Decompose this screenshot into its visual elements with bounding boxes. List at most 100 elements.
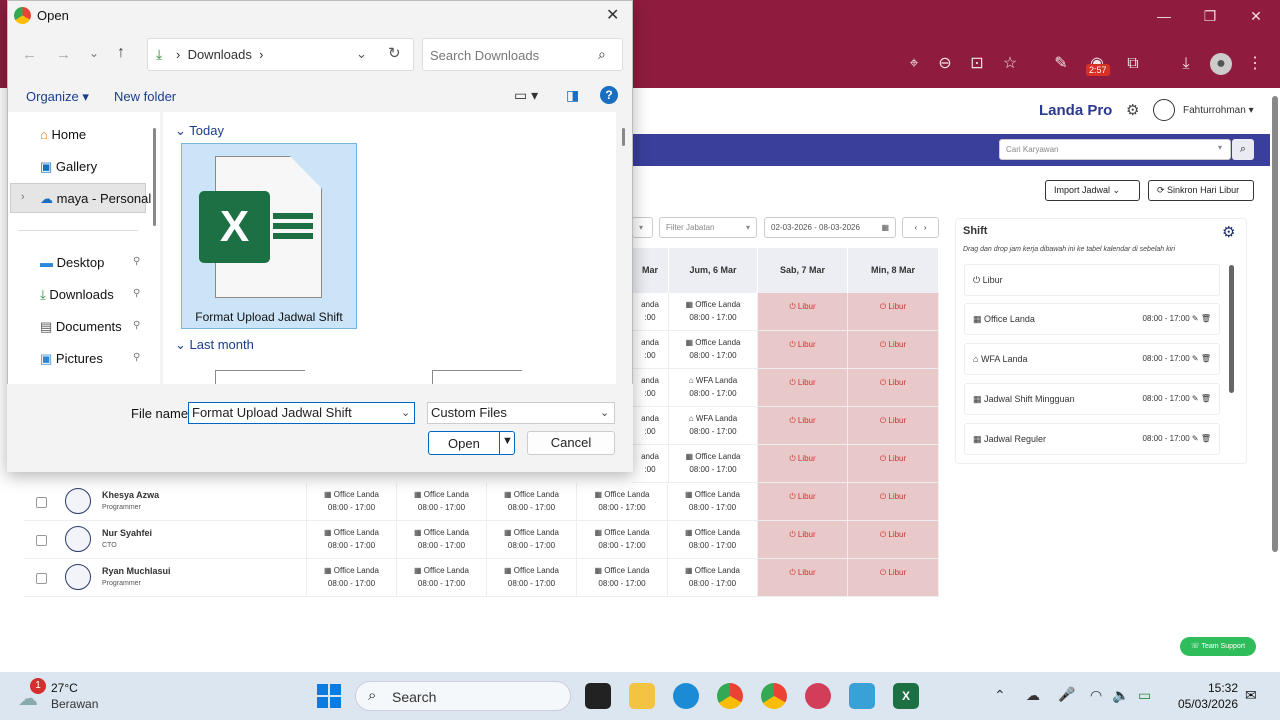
battery-icon[interactable]: ▭ [1138, 687, 1151, 704]
sync-holiday-button[interactable]: ⟳ Sinkron Hari Libur [1148, 180, 1254, 201]
weather-desc[interactable]: Berawan [51, 697, 98, 711]
shift-item-off[interactable]: ⏻ Libur [964, 264, 1220, 296]
refresh-icon[interactable]: ↻ [388, 44, 401, 62]
clock-date[interactable]: 05/03/2026 [1175, 697, 1238, 711]
restore-icon[interactable]: ❐ [1198, 8, 1222, 25]
cancel-button[interactable]: Cancel [527, 431, 615, 455]
cell[interactable]: anda:00 [632, 369, 669, 407]
file-icon-partial[interactable] [432, 370, 522, 384]
breadcrumb[interactable]: › Downloads › [176, 47, 263, 62]
cell[interactable]: ▦ Office Landa 08:00 - 17:00 [306, 483, 397, 521]
chrome-icon[interactable] [761, 683, 787, 709]
excel-icon[interactable]: X [893, 683, 919, 709]
minimize-icon[interactable]: — [1152, 8, 1176, 24]
puzzle-icon[interactable]: ⧉ [1122, 53, 1144, 75]
cell[interactable]: ▦ Office Landa 08:00 - 17:00 [668, 483, 758, 521]
cell[interactable]: ▦ Office Landa 08:00 - 17:00 [577, 483, 668, 521]
download-icon[interactable]: ⤓ [1175, 53, 1197, 75]
file-explorer-icon[interactable] [629, 683, 655, 709]
search-icon[interactable]: ⌕ [1232, 139, 1254, 160]
chevron-down-icon[interactable]: ⌄ [600, 406, 609, 419]
filter-dropdown[interactable]: ▾ [632, 217, 653, 238]
shift-item[interactable]: ▦ Jadwal Reguler 08:00 - 17:00 ✎ 🗑 [964, 423, 1220, 455]
cell[interactable]: ▦ Office Landa 08:00 - 17:00 [306, 559, 397, 597]
wifi-icon[interactable]: ◠ [1090, 687, 1102, 704]
cell[interactable]: ▦ Office Landa 08:00 - 17:00 [669, 293, 758, 331]
cell[interactable]: ▦ Office Landa 08:00 - 17:00 [669, 445, 758, 483]
week-nav[interactable]: ‹ › [902, 217, 939, 238]
help-icon[interactable]: ? [600, 86, 618, 104]
chevron-up-icon[interactable]: ⌃ [994, 687, 1006, 704]
nav-scrollbar[interactable] [153, 128, 156, 226]
cell[interactable]: ▦ Office Landa 08:00 - 17:00 [577, 521, 668, 559]
cell-off[interactable]: ⏻ Libur [848, 559, 939, 597]
cell-off[interactable]: ⏻ Libur [848, 445, 939, 483]
volume-icon[interactable]: 🔈 [1112, 687, 1129, 704]
cell[interactable]: ⌂ WFA Landa 08:00 - 17:00 [669, 369, 758, 407]
weather-temp[interactable]: 27°C [51, 681, 78, 695]
organize-button[interactable]: Organize ▾ [26, 89, 89, 105]
nav-item-gallery[interactable]: ▣ Gallery [40, 159, 97, 175]
cell[interactable]: ▦ Office Landa 08:00 - 17:00 [487, 559, 577, 597]
nav-item-home[interactable]: ⌂ Home [40, 127, 86, 142]
windows-start-icon[interactable] [317, 684, 341, 708]
preview-pane-icon[interactable]: ◨ [566, 87, 579, 104]
employee-search-input[interactable]: Cari Karyawan [999, 139, 1231, 160]
cell[interactable]: ▦ Office Landa 08:00 - 17:00 [487, 521, 577, 559]
chevron-down-icon[interactable]: ⌄ [401, 406, 410, 419]
cell-off[interactable]: ⏻ Libur [758, 521, 848, 559]
row-checkbox[interactable] [36, 535, 47, 546]
position-filter[interactable]: Filter Jabatan ▾ [659, 217, 757, 238]
cell-off[interactable]: ⏻ Libur [848, 407, 939, 445]
cell[interactable]: ▦ Office Landa 08:00 - 17:00 [668, 521, 758, 559]
clock-time[interactable]: 15:32 [1200, 681, 1238, 695]
cell[interactable]: anda:00 [632, 445, 669, 483]
close-icon[interactable]: ✕ [606, 5, 619, 25]
cell[interactable]: ▦ Office Landa 08:00 - 17:00 [577, 559, 668, 597]
user-name[interactable]: Fahturrohman ▾ [1183, 105, 1254, 116]
nav-item-downloads[interactable]: ⤓ Downloads [40, 287, 114, 303]
new-folder-button[interactable]: New folder [114, 89, 176, 104]
page-scrollbar[interactable] [1272, 96, 1278, 552]
location-icon[interactable]: ⌖ [903, 53, 925, 75]
menu-icon[interactable]: ⋮ [1244, 53, 1266, 75]
open-button[interactable]: Open ▼ [428, 431, 515, 455]
chevron-down-icon[interactable]: ⌄ [356, 46, 367, 62]
forward-icon[interactable]: → [56, 46, 71, 63]
zoom-icon[interactable]: ⊖ [934, 53, 956, 75]
shift-item[interactable]: ▦ Jadwal Shift Mingguan 08:00 - 17:00 ✎ 🗑 [964, 383, 1220, 415]
nav-item-desktop[interactable]: ▬ Desktop [40, 255, 104, 270]
row-checkbox[interactable] [36, 497, 47, 508]
cell-off[interactable]: ⏻ Libur [758, 369, 848, 407]
cell[interactable]: ▦ Office Landa 08:00 - 17:00 [669, 331, 758, 369]
cell[interactable]: ⌂ WFA Landa 08:00 - 17:00 [669, 407, 758, 445]
close-icon[interactable]: ✕ [1244, 8, 1268, 25]
group-header-today[interactable]: ⌄ Today [175, 123, 224, 139]
cell-off[interactable]: ⏻ Libur [848, 293, 939, 331]
install-icon[interactable]: ⊡ [966, 53, 988, 75]
chrome-icon[interactable] [717, 683, 743, 709]
cell[interactable]: ▦ Office Landa 08:00 - 17:00 [397, 483, 487, 521]
file-icon-partial[interactable] [215, 370, 305, 384]
team-support-button[interactable]: ☏ Team Support [1180, 637, 1256, 656]
cell[interactable]: ▦ Office Landa 08:00 - 17:00 [668, 559, 758, 597]
cell[interactable]: anda:00 [632, 293, 669, 331]
shift-settings-icon[interactable]: ⚙ [1222, 223, 1235, 241]
cell-off[interactable]: ⏻ Libur [758, 483, 848, 521]
feather-extension-icon[interactable]: ✎ [1050, 53, 1072, 75]
cell-off[interactable]: ⏻ Libur [758, 407, 848, 445]
group-header-last-month[interactable]: ⌄ Last month [175, 337, 254, 353]
nav-item-documents[interactable]: ▤ Documents [40, 319, 122, 335]
shift-scrollbar[interactable] [1229, 265, 1234, 393]
onedrive-icon[interactable]: ☁ [1026, 687, 1040, 704]
cell-off[interactable]: ⏻ Libur [758, 293, 848, 331]
nav-item-pictures[interactable]: ▣ Pictures [40, 351, 103, 367]
taskbar-search[interactable]: ⌕ Search [355, 681, 571, 711]
shift-item[interactable]: ⌂ WFA Landa 08:00 - 17:00 ✎ 🗑 [964, 343, 1220, 375]
search-input[interactable]: Search Downloads [422, 38, 623, 71]
back-icon[interactable]: ← [22, 46, 37, 63]
row-checkbox[interactable] [36, 573, 47, 584]
date-range-input[interactable]: 02-03-2026 - 08-03-2026 ▦ [764, 217, 896, 238]
view-icon[interactable]: ▭ ▾ [514, 87, 538, 104]
cell-off[interactable]: ⏻ Libur [758, 331, 848, 369]
